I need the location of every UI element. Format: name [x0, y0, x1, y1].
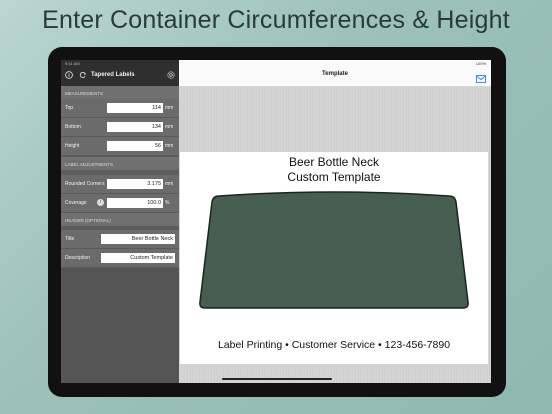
bottom-circumference-input[interactable]: 134 — [107, 122, 163, 132]
status-time: 9:41 AM — [65, 61, 80, 66]
adjustment-label: Rounded Corners — [65, 181, 105, 187]
unit-label: mm — [165, 181, 174, 187]
coverage-input[interactable]: 100.0 — [107, 198, 163, 208]
rounded-corners-input[interactable]: 3.175 — [107, 179, 163, 189]
app-screen: 9:41 AM Tapered Labels MEASUREMENTS Top … — [61, 60, 491, 383]
measurement-row-top: Top 114 mm — [61, 99, 179, 118]
main-pane: 100% Template Beer Bottle Neck Custom Te… — [179, 60, 491, 383]
template-preview-card: Beer Bottle Neck Custom Template Label P… — [180, 152, 488, 364]
brushed-metal-background: Beer Bottle Neck Custom Template Label P… — [179, 87, 491, 383]
section-header-measurements: MEASUREMENTS — [61, 86, 179, 99]
description-input[interactable]: Custom Template — [101, 253, 175, 263]
mail-icon[interactable] — [476, 70, 486, 83]
measurement-row-bottom: Bottom 134 mm — [61, 118, 179, 137]
settings-gear-icon[interactable] — [167, 71, 175, 79]
headline: Enter Container Circumferences & Height — [42, 6, 510, 34]
unit-label: mm — [165, 143, 174, 149]
unit-label: % — [165, 200, 170, 206]
sidebar-toolbar: Tapered Labels — [61, 68, 179, 86]
header-field-label: Title — [65, 236, 75, 242]
unit-label: mm — [165, 105, 174, 111]
sidebar-empty-area — [61, 268, 179, 383]
adjustment-label: Coverage — [65, 200, 87, 206]
main-nav-bar: 100% Template — [179, 60, 491, 87]
tapered-label-shape — [199, 191, 469, 309]
measurement-label: Bottom — [65, 124, 81, 130]
home-indicator — [222, 378, 332, 380]
header-row-description: Description Custom Template — [61, 249, 179, 268]
coverage-info-icon[interactable]: i — [97, 199, 104, 206]
header-row-title: Title Beer Bottle Neck — [61, 230, 179, 249]
measurement-label: Top — [65, 105, 74, 111]
template-title-line2: Custom Template — [287, 170, 381, 184]
status-battery: 100% — [475, 61, 486, 66]
header-field-label: Description — [65, 255, 91, 261]
refresh-icon[interactable] — [79, 71, 87, 79]
title-input[interactable]: Beer Bottle Neck — [101, 234, 175, 244]
sidebar: 9:41 AM Tapered Labels MEASUREMENTS Top … — [61, 60, 179, 383]
info-icon[interactable] — [65, 71, 73, 79]
adjustment-row-coverage: Coverage i 100.0 % — [61, 194, 179, 213]
section-header-header-optional: HEADER (OPTIONAL) — [61, 213, 179, 226]
unit-label: mm — [165, 124, 174, 130]
page-title: Template — [322, 71, 348, 77]
template-footer-text: Label Printing • Customer Service • 123-… — [217, 339, 451, 351]
template-title-line1: Beer Bottle Neck — [288, 155, 380, 169]
section-header-label-adjustments: LABEL ADJUSTMENTS — [61, 157, 179, 170]
top-circumference-input[interactable]: 114 — [107, 103, 163, 113]
template-title: Beer Bottle Neck Custom Template — [180, 155, 488, 185]
adjustment-row-rounded-corners: Rounded Corners 3.175 mm — [61, 175, 179, 194]
measurement-row-height: Height 56 mm — [61, 137, 179, 156]
measurement-label: Height — [65, 143, 80, 149]
sidebar-title: Tapered Labels — [91, 72, 135, 78]
height-input[interactable]: 56 — [107, 141, 163, 151]
